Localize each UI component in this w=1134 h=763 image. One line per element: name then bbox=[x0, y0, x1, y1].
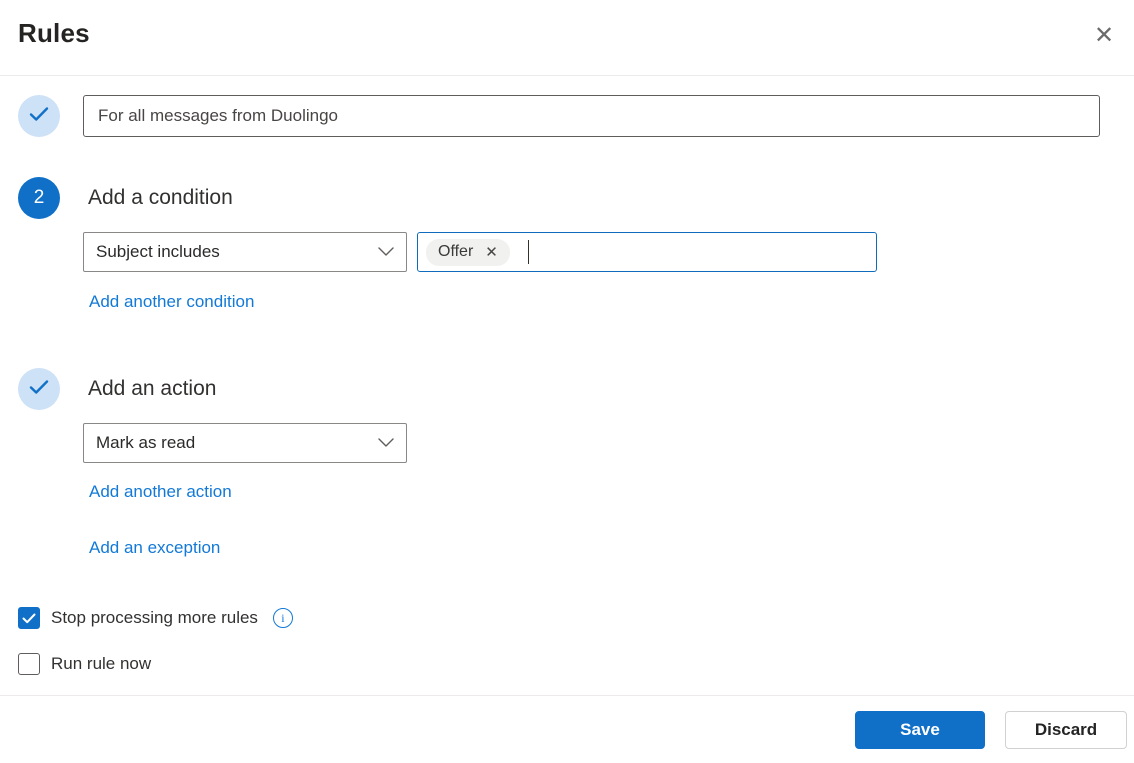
dialog-body: 2 Add a condition Subject includes Offer… bbox=[0, 95, 1134, 675]
action-controls: Mark as read bbox=[83, 423, 1134, 463]
condition-heading: Add a condition bbox=[88, 186, 233, 209]
step2-number: 2 bbox=[33, 187, 45, 208]
condition-tag-label: Offer bbox=[438, 243, 474, 260]
step1-complete-indicator bbox=[18, 95, 60, 137]
info-icon[interactable]: i bbox=[272, 608, 293, 628]
close-icon[interactable]: ✕ bbox=[1088, 20, 1120, 52]
step2-indicator: 2 bbox=[18, 177, 60, 219]
checkmark-icon bbox=[29, 106, 49, 127]
condition-tag: Offer ✕ bbox=[426, 238, 510, 266]
discard-button[interactable]: Discard bbox=[1005, 710, 1127, 749]
stop-processing-row: Stop processing more rules i bbox=[18, 607, 1134, 629]
add-another-action-link[interactable]: Add another action bbox=[89, 482, 232, 502]
dialog-header: Rules ✕ bbox=[0, 0, 1134, 76]
step3-complete-indicator bbox=[18, 368, 60, 410]
run-rule-now-label: Run rule now bbox=[51, 654, 152, 673]
dialog-footer: Save Discard bbox=[0, 695, 1134, 763]
checkmark-icon bbox=[29, 379, 49, 400]
add-exception-link[interactable]: Add an exception bbox=[89, 538, 220, 558]
condition-type-value: Subject includes bbox=[96, 242, 220, 261]
add-another-condition-link[interactable]: Add another condition bbox=[89, 292, 254, 312]
action-heading: Add an action bbox=[88, 377, 217, 400]
condition-controls: Subject includes Offer ✕ bbox=[83, 232, 1134, 272]
condition-section-header: 2 Add a condition bbox=[18, 177, 1134, 219]
condition-type-dropdown[interactable]: Subject includes bbox=[83, 232, 407, 272]
tag-remove-icon[interactable]: ✕ bbox=[485, 245, 498, 260]
run-rule-now-checkbox[interactable] bbox=[18, 653, 40, 675]
text-cursor bbox=[527, 240, 530, 264]
action-section-header: Add an action bbox=[18, 368, 1134, 410]
rule-name-input[interactable] bbox=[83, 95, 1100, 137]
run-rule-now-row: Run rule now bbox=[18, 653, 1134, 675]
rule-name-row bbox=[18, 95, 1134, 137]
action-type-dropdown[interactable]: Mark as read bbox=[83, 423, 407, 463]
action-type-value: Mark as read bbox=[96, 433, 196, 452]
stop-processing-label: Stop processing more rules bbox=[51, 608, 258, 627]
chevron-down-icon bbox=[378, 243, 394, 261]
save-button[interactable]: Save bbox=[855, 710, 985, 749]
dialog-title: Rules bbox=[18, 18, 90, 48]
chevron-down-icon bbox=[378, 434, 394, 452]
stop-processing-checkbox[interactable] bbox=[18, 607, 40, 629]
condition-value-input[interactable]: Offer ✕ bbox=[417, 232, 877, 272]
